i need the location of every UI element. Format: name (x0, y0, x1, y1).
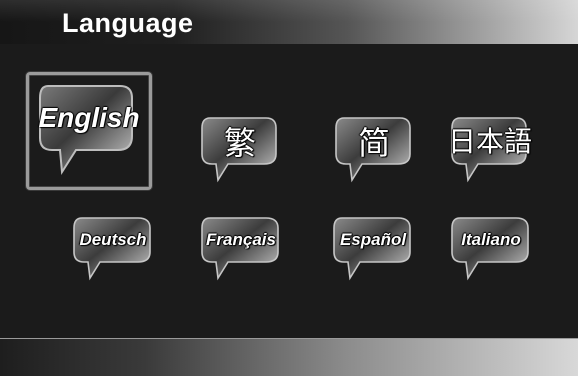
language-label-spanish: Español (339, 230, 407, 249)
header-bar: Language (0, 0, 578, 44)
language-option-german[interactable]: Deutsch (68, 212, 158, 282)
language-label-traditional-chinese: 繁 (223, 125, 256, 161)
page-title: Language (62, 8, 194, 38)
language-label-english: English (38, 102, 140, 133)
language-label-french: Français (206, 230, 276, 249)
language-label-italian: Italiano (461, 230, 521, 249)
language-label-simplified-chinese: 简 (357, 125, 390, 161)
language-label-german: Deutsch (79, 230, 147, 249)
language-option-simplified-chinese[interactable]: 简 (332, 112, 416, 183)
language-screen: Language English 繁 简 日本語 Deutsch Françai… (0, 0, 578, 376)
language-option-japanese[interactable]: 日本語 (448, 112, 533, 183)
footer-bar (0, 338, 578, 376)
language-option-french[interactable]: Français (196, 212, 286, 282)
language-option-traditional-chinese[interactable]: 繁 (198, 112, 282, 183)
language-label-japanese: 日本語 (448, 126, 533, 157)
language-option-spanish[interactable]: Español (328, 212, 418, 282)
language-option-italian[interactable]: Italiano (446, 212, 536, 282)
language-option-english[interactable]: English (26, 72, 152, 190)
